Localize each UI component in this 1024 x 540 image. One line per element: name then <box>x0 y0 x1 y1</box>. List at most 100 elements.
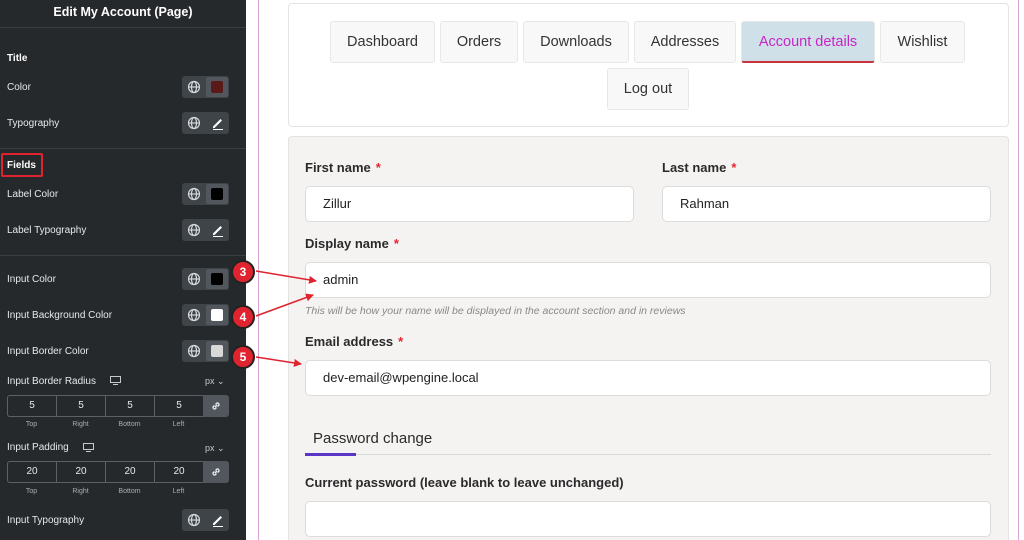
title-color-control[interactable] <box>182 76 229 98</box>
title-typography-control[interactable] <box>182 112 229 134</box>
label-typography-control[interactable] <box>182 219 229 241</box>
panel-title: Edit My Account (Page) <box>0 0 246 28</box>
color-picker[interactable] <box>206 269 228 289</box>
current-password-input[interactable] <box>305 501 991 537</box>
tab-downloads[interactable]: Downloads <box>523 21 629 63</box>
input-color-control[interactable] <box>182 268 229 290</box>
display-name-label: Display name * <box>305 236 399 251</box>
section-underline <box>305 453 356 456</box>
pencil-icon[interactable] <box>210 222 226 238</box>
globe-icon[interactable] <box>187 223 201 237</box>
password-change-heading: Password change <box>313 430 433 447</box>
required-marker: * <box>731 160 737 175</box>
color-swatch <box>211 81 223 93</box>
input-bg-control[interactable] <box>182 304 229 326</box>
color-swatch <box>211 188 223 200</box>
globe-icon[interactable] <box>187 513 201 527</box>
caption: Right <box>72 421 89 428</box>
caption: Bottom <box>118 421 141 428</box>
color-swatch <box>211 309 223 321</box>
padding-unit: px <box>205 443 215 453</box>
caption: Left <box>172 421 185 428</box>
globe-icon[interactable] <box>187 116 201 130</box>
layout-guide-line <box>258 0 259 540</box>
tab-orders[interactable]: Orders <box>440 21 518 63</box>
globe-icon[interactable] <box>187 187 201 201</box>
color-picker[interactable] <box>206 341 228 361</box>
required-marker: * <box>398 334 404 349</box>
link-values-button[interactable] <box>203 461 229 483</box>
caption: Right <box>72 488 89 495</box>
input-bg-label: Input Background Color <box>7 310 113 321</box>
tab-wishlist[interactable]: Wishlist <box>880 21 965 63</box>
callout-marker-4: 4 <box>231 305 255 329</box>
radius-unit: px <box>205 376 215 386</box>
globe-icon[interactable] <box>187 272 201 286</box>
padding-bottom-input[interactable]: 20 <box>105 461 154 483</box>
padding-right-input[interactable]: 20 <box>56 461 105 483</box>
callout-marker-5: 5 <box>231 345 255 369</box>
caption: Top <box>25 488 38 495</box>
last-name-label: Last name * <box>662 160 737 175</box>
radius-left-input[interactable]: 5 <box>154 395 203 417</box>
current-password-label: Current password (leave blank to leave u… <box>305 475 624 490</box>
radius-captions: Top Right Bottom Left <box>7 421 203 428</box>
callout-marker-3: 3 <box>231 260 255 284</box>
padding-top-input[interactable]: 20 <box>7 461 56 483</box>
desktop-icon[interactable] <box>83 443 94 452</box>
email-input[interactable]: dev-email@wpengine.local <box>305 360 991 396</box>
label-typography-label: Label Typography <box>7 225 87 236</box>
pencil-icon[interactable] <box>210 115 226 131</box>
input-color-label: Input Color <box>7 274 56 285</box>
color-picker[interactable] <box>206 305 228 325</box>
tab-addresses[interactable]: Addresses <box>634 21 736 63</box>
globe-icon[interactable] <box>187 308 201 322</box>
label-color-control[interactable] <box>182 183 229 205</box>
input-border-label: Input Border Color <box>7 346 89 357</box>
padding-left-input[interactable]: 20 <box>154 461 203 483</box>
display-name-hint: This will be how your name will be displ… <box>305 305 686 317</box>
radius-right-input[interactable]: 5 <box>56 395 105 417</box>
tab-account-details[interactable]: Account details <box>741 21 875 63</box>
pencil-icon[interactable] <box>210 512 226 528</box>
desktop-icon[interactable] <box>110 376 121 385</box>
required-marker: * <box>375 160 381 175</box>
input-border-control[interactable] <box>182 340 229 362</box>
link-icon <box>212 402 220 410</box>
caption: Bottom <box>118 488 141 495</box>
globe-icon[interactable] <box>187 344 201 358</box>
tab-dashboard[interactable]: Dashboard <box>330 21 435 63</box>
radius-top-input[interactable]: 5 <box>7 395 56 417</box>
radius-bottom-input[interactable]: 5 <box>105 395 154 417</box>
input-typography-control[interactable] <box>182 509 229 531</box>
color-swatch <box>211 345 223 357</box>
layout-guide-line <box>1018 0 1019 540</box>
first-name-input[interactable]: Zillur <box>305 186 634 222</box>
editor-panel: Edit My Account (Page) Title Color Typog… <box>0 0 246 540</box>
label-color-label: Label Color <box>7 189 59 200</box>
link-values-button[interactable] <box>203 395 229 417</box>
radius-inputs: 5 5 5 5 <box>7 395 229 417</box>
section-divider <box>305 454 991 455</box>
globe-icon[interactable] <box>187 80 201 94</box>
color-picker[interactable] <box>206 184 228 204</box>
padding-captions: Top Right Bottom Left <box>7 488 203 495</box>
caption: Top <box>25 421 38 428</box>
color-swatch <box>211 273 223 285</box>
padding-unit-select[interactable]: px ⌄ <box>205 443 225 454</box>
section-title[interactable]: Title <box>7 53 27 64</box>
tab-log-out[interactable]: Log out <box>607 68 689 110</box>
padding-label: Input Padding <box>7 442 69 453</box>
color-picker[interactable] <box>206 77 228 97</box>
email-label: Email address * <box>305 334 404 349</box>
required-marker: * <box>393 236 399 251</box>
divider <box>0 148 246 149</box>
first-name-label: First name * <box>305 160 381 175</box>
title-color-label: Color <box>7 82 31 93</box>
radius-unit-select[interactable]: px ⌄ <box>205 376 225 387</box>
last-name-input[interactable]: Rahman <box>662 186 991 222</box>
section-fields[interactable]: Fields <box>7 160 36 171</box>
link-icon <box>212 468 220 476</box>
divider <box>0 255 246 256</box>
display-name-input[interactable]: admin <box>305 262 991 298</box>
